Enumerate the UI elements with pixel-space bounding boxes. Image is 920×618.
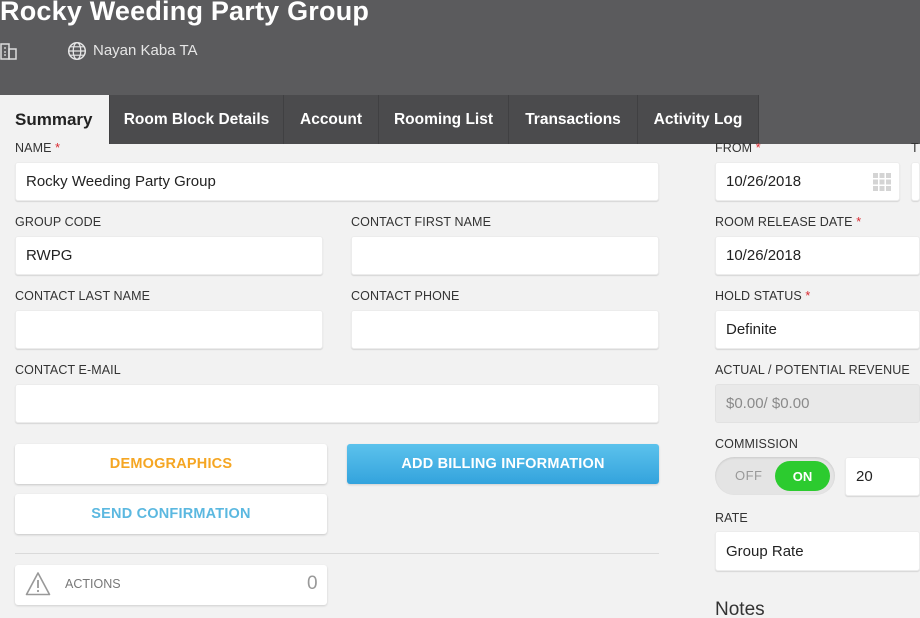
- actions-panel[interactable]: ACTIONS 0: [15, 565, 327, 605]
- hold-status-select[interactable]: Definite: [715, 310, 920, 349]
- to-label-partial: T: [911, 141, 919, 155]
- building-icon: [0, 43, 17, 60]
- rate-label: RATE: [715, 511, 748, 525]
- warning-icon: [25, 572, 51, 596]
- contact-phone-label: CONTACT PHONE: [351, 289, 460, 303]
- commission-value-field[interactable]: 20: [845, 457, 920, 496]
- tab-summary[interactable]: Summary: [0, 95, 110, 144]
- toggle-on-knob: ON: [775, 461, 830, 491]
- tab-activity-log[interactable]: Activity Log: [638, 95, 759, 144]
- demographics-button[interactable]: DEMOGRAPHICS: [15, 444, 327, 484]
- rate-select[interactable]: Group Rate: [715, 531, 920, 571]
- commission-label: COMMISSION: [715, 437, 798, 451]
- revenue-field: $0.00/ $0.00: [715, 384, 920, 423]
- revenue-label: ACTUAL / POTENTIAL REVENUE: [715, 363, 910, 377]
- name-label: NAME *: [15, 141, 61, 155]
- calendar-grid-icon[interactable]: [872, 172, 892, 192]
- room-release-date-label: ROOM RELEASE DATE *: [715, 215, 862, 229]
- contact-phone-field[interactable]: [351, 310, 659, 349]
- travel-agent-link[interactable]: Nayan Kaba TA: [93, 42, 198, 59]
- actions-label: ACTIONS: [65, 577, 121, 591]
- tab-bar: Summary Room Block Details Account Roomi…: [0, 95, 759, 144]
- tab-room-block-details[interactable]: Room Block Details: [110, 95, 284, 144]
- tab-transactions[interactable]: Transactions: [509, 95, 638, 144]
- from-label: FROM *: [715, 141, 761, 155]
- add-billing-information-button[interactable]: ADD BILLING INFORMATION: [347, 444, 659, 484]
- section-divider: [15, 553, 659, 554]
- hold-status-label: HOLD STATUS *: [715, 289, 811, 303]
- toggle-off-label: OFF: [735, 468, 763, 483]
- actions-count: 0: [307, 573, 318, 594]
- contact-email-label: CONTACT E-MAIL: [15, 363, 121, 377]
- tab-account[interactable]: Account: [284, 95, 379, 144]
- group-code-field[interactable]: RWPG: [15, 236, 323, 275]
- contact-last-name-label: CONTACT LAST NAME: [15, 289, 151, 303]
- notes-heading: Notes: [715, 599, 765, 618]
- contact-email-field[interactable]: [15, 384, 659, 423]
- name-field[interactable]: Rocky Weeding Party Group: [15, 162, 659, 201]
- send-confirmation-button[interactable]: SEND CONFIRMATION: [15, 494, 327, 534]
- page-title: Rocky Weeding Party Group: [0, 0, 370, 26]
- room-release-date-field[interactable]: 10/26/2018: [715, 236, 920, 275]
- group-code-label: GROUP CODE: [15, 215, 102, 229]
- contact-first-name-label: CONTACT FIRST NAME: [351, 215, 492, 229]
- commission-toggle[interactable]: OFF ON: [715, 457, 835, 495]
- contact-last-name-field[interactable]: [15, 310, 323, 349]
- group-header: Rocky Weeding Party Group Nayan Kaba TA …: [0, 0, 920, 144]
- to-date-field[interactable]: [911, 162, 920, 201]
- globe-icon: [67, 41, 87, 61]
- tab-rooming-list[interactable]: Rooming List: [379, 95, 509, 144]
- contact-first-name-field[interactable]: [351, 236, 659, 275]
